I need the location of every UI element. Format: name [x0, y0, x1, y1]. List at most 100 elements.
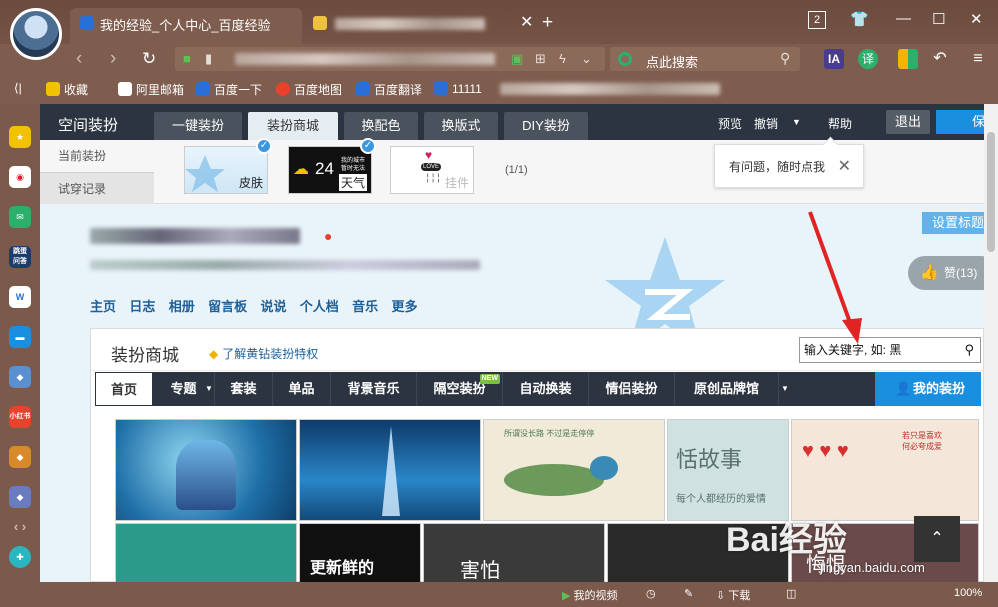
tab-close-icon[interactable]: ✕	[520, 12, 533, 32]
tab-one-click[interactable]: 一键装扮	[154, 112, 242, 140]
nav-profile[interactable]: 个人档	[300, 296, 339, 315]
back-to-top-button[interactable]: ⌃	[914, 516, 960, 562]
nav-more[interactable]: 更多	[392, 296, 418, 315]
nav-guestbook[interactable]: 留言板	[208, 296, 247, 315]
translate-icon[interactable]: 译	[858, 49, 878, 69]
undo-dropdown-icon[interactable]: ▼	[792, 117, 801, 127]
mall-tab-items[interactable]: 单品	[273, 372, 331, 406]
scrollbar-thumb[interactable]	[987, 132, 995, 252]
help-link[interactable]: 帮助	[828, 115, 852, 132]
ia-icon[interactable]: IA	[824, 49, 844, 69]
decor-item[interactable]: 害怕	[423, 523, 605, 582]
mall-tab-home[interactable]: 首页	[95, 372, 153, 406]
vip-privilege-link[interactable]: ◆ 了解黄钻装扮特权	[209, 345, 318, 362]
page-scrollbar[interactable]	[984, 104, 998, 582]
close-icon[interactable]: ✕	[838, 145, 851, 189]
mall-tab-brand[interactable]: 原创品牌馆	[675, 372, 779, 406]
undo-link[interactable]: 撤销	[754, 115, 778, 132]
bookmark-favorites[interactable]: 收藏	[46, 81, 88, 98]
chevron-down-icon[interactable]: ⌄	[581, 51, 592, 67]
add-plugin-icon[interactable]: ✚	[9, 546, 31, 568]
search-icon[interactable]: ⚲	[964, 338, 974, 362]
chat-icon[interactable]: ▬	[9, 326, 31, 348]
qa-icon[interactable]: 跳蛋 问答	[9, 246, 31, 268]
mall-tab-sets[interactable]: 套装	[215, 372, 273, 406]
decor-item[interactable]: 恬故事 每个人都经历的爱情	[667, 419, 789, 521]
apps-icon[interactable]	[898, 49, 918, 69]
xiaohongshu-icon[interactable]: 小红书	[9, 406, 31, 428]
game-icon[interactable]: ◆	[9, 366, 31, 388]
chevron-down-icon[interactable]: ▼	[205, 384, 213, 393]
pin-icon[interactable]: ✎	[684, 587, 693, 600]
my-decor-button[interactable]: 👤 我的装扮	[875, 372, 981, 406]
preview-link[interactable]: 预览	[718, 115, 742, 132]
decor-item[interactable]	[115, 523, 297, 582]
tab-mall[interactable]: 装扮商城	[248, 112, 338, 140]
mall-search-input[interactable]: 输入关键字, 如: 黑 ⚲	[799, 337, 981, 363]
bookmark-aliyun-mail[interactable]: 阿里邮箱	[118, 81, 184, 98]
mall-tab-bgm[interactable]: 背景音乐	[331, 372, 417, 406]
tools-icon[interactable]: ◫	[786, 587, 796, 600]
menu-icon[interactable]: ≡	[968, 49, 988, 69]
new-tab-icon[interactable]: +	[542, 12, 553, 34]
forward-icon[interactable]: ›	[110, 48, 116, 70]
mall-tab-couple[interactable]: 情侣装扮	[589, 372, 675, 406]
word-doc-icon[interactable]: W	[9, 286, 31, 308]
set-title-button[interactable]: 设置标题	[922, 212, 984, 234]
chevron-down-icon[interactable]: ▼	[781, 384, 789, 393]
favorites-star-icon[interactable]: ★	[9, 126, 31, 148]
bookmark-baidu[interactable]: 百度一下	[196, 81, 262, 98]
help-tooltip[interactable]: 有问题，随时点我 ✕	[714, 144, 864, 188]
decor-item[interactable]: 更新鲜的	[299, 523, 421, 582]
video-button[interactable]: ▶ 我的视频	[562, 587, 618, 603]
screenshot-icon[interactable]: ▣	[511, 51, 523, 67]
tab-counter[interactable]: 2	[808, 11, 826, 29]
mall-tab-remote[interactable]: 隔空装扮 NEW	[417, 372, 503, 406]
tab-diy[interactable]: DIY装扮	[504, 112, 588, 140]
nav-music[interactable]: 音乐	[352, 296, 378, 315]
zoom-level[interactable]: 100%	[954, 587, 982, 599]
sidebar-toggle-icon[interactable]: ⟨|	[14, 81, 22, 95]
tab-color[interactable]: 换配色	[344, 112, 418, 140]
download-button[interactable]: ⇩ 下载	[716, 587, 750, 603]
refresh-icon[interactable]: ↻	[142, 49, 156, 69]
bookmark-baidu-map[interactable]: 百度地图	[276, 81, 342, 98]
mall-tab-auto[interactable]: 自动换装	[503, 372, 589, 406]
save-button[interactable]: 保	[936, 110, 984, 134]
maximize-icon[interactable]: ☐	[932, 10, 945, 28]
nav-blog[interactable]: 日志	[129, 296, 155, 315]
skin-thumbnail[interactable]: 皮肤	[184, 146, 268, 194]
exit-button[interactable]: 退出	[886, 110, 930, 134]
tab-layout[interactable]: 换版式	[424, 112, 498, 140]
search-box[interactable]: 点此搜索 ⚲	[610, 47, 800, 71]
address-bar[interactable]: ■ ▮ ▣ ⊞ ϟ ⌄	[175, 47, 605, 71]
decor-item[interactable]	[299, 419, 481, 521]
pendant-thumbnail[interactable]: ♥ LOVE ╎╎╎ 挂件	[390, 146, 474, 194]
game2-icon[interactable]: ◆	[9, 446, 31, 468]
bookmark-baidu-translate[interactable]: 百度翻译	[356, 81, 422, 98]
nav-talk[interactable]: 说说	[260, 296, 286, 315]
game3-icon[interactable]: ◆	[9, 486, 31, 508]
close-window-icon[interactable]: ✕	[970, 10, 983, 28]
nav-album[interactable]: 相册	[169, 296, 195, 315]
side-tab-current[interactable]: 当前装扮	[40, 140, 154, 172]
search-icon[interactable]: ⚲	[780, 50, 790, 67]
nav-home[interactable]: 主页	[90, 296, 116, 315]
like-button[interactable]: 👍 赞(13)	[908, 256, 984, 290]
collapse-arrows-icon[interactable]: ‹ ›	[9, 516, 31, 538]
weibo-icon[interactable]: ◉	[9, 166, 31, 188]
mail-icon[interactable]: ✉	[9, 206, 31, 228]
back-icon[interactable]: ‹	[76, 48, 82, 70]
weather-thumbnail[interactable]: ☁ 24 我的城市 暂时无法 天气	[288, 146, 372, 194]
tab-active[interactable]: 我的经验_个人中心_百度经验	[70, 8, 302, 44]
user-avatar[interactable]	[10, 8, 62, 60]
speed-icon[interactable]: ◷	[646, 587, 656, 600]
grid-icon[interactable]: ⊞	[535, 51, 546, 67]
decor-item[interactable]: ♥ ♥ ♥ 若只是喜欢 何必夸成爱	[791, 419, 979, 521]
decor-item[interactable]: 所谓没长路 不过是走停停	[483, 419, 665, 521]
undo-icon[interactable]: ↶	[930, 49, 950, 69]
lightning-icon[interactable]: ϟ	[559, 51, 566, 66]
side-tab-history[interactable]: 试穿记录	[40, 172, 154, 204]
minimize-icon[interactable]: —	[896, 10, 911, 27]
decor-item[interactable]	[115, 419, 297, 521]
